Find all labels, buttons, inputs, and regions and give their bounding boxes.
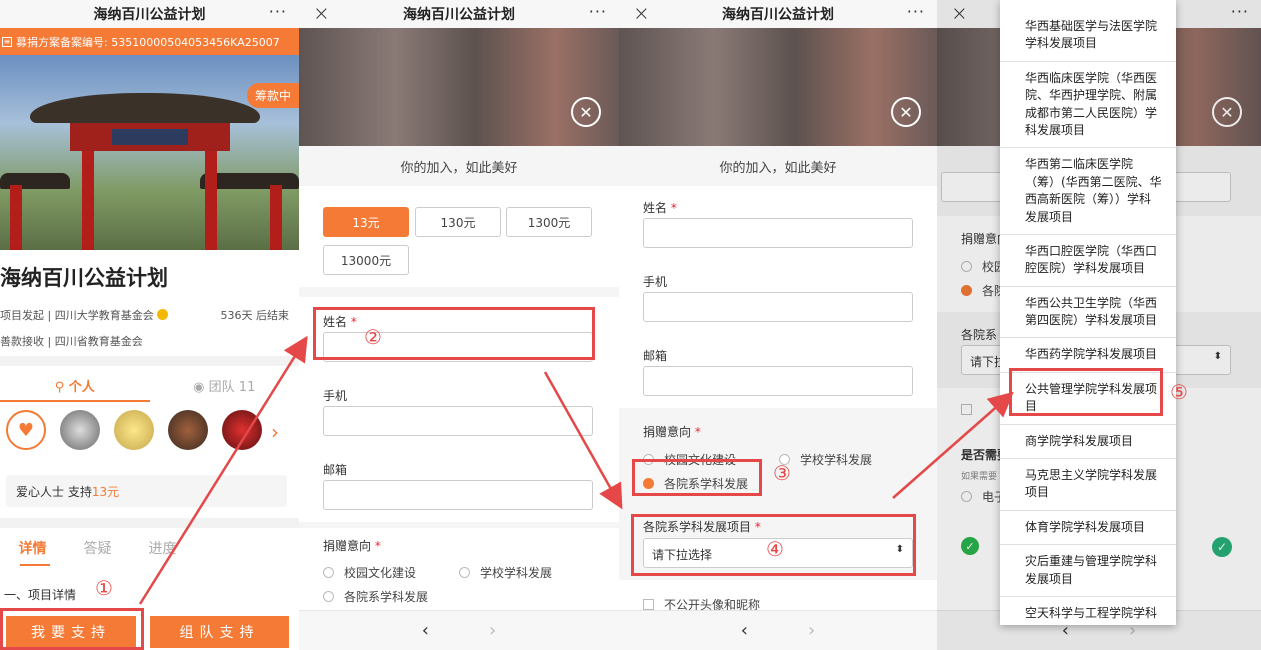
highlight-support-button	[0, 608, 144, 650]
highlight-department-radio	[632, 459, 762, 496]
step-4-marker: ④	[766, 537, 784, 561]
highlight-name-field	[313, 307, 595, 360]
step-2-marker: ②	[364, 325, 382, 349]
step-5-marker: ⑤	[1170, 380, 1188, 404]
arrow-2-to-3	[543, 371, 623, 510]
arrow-4-to-5	[892, 391, 1014, 499]
arrow-1-to-2	[138, 335, 308, 605]
step-1-marker: ①	[95, 576, 113, 600]
step-3-marker: ③	[773, 461, 791, 485]
highlight-selected-option	[1009, 368, 1163, 416]
